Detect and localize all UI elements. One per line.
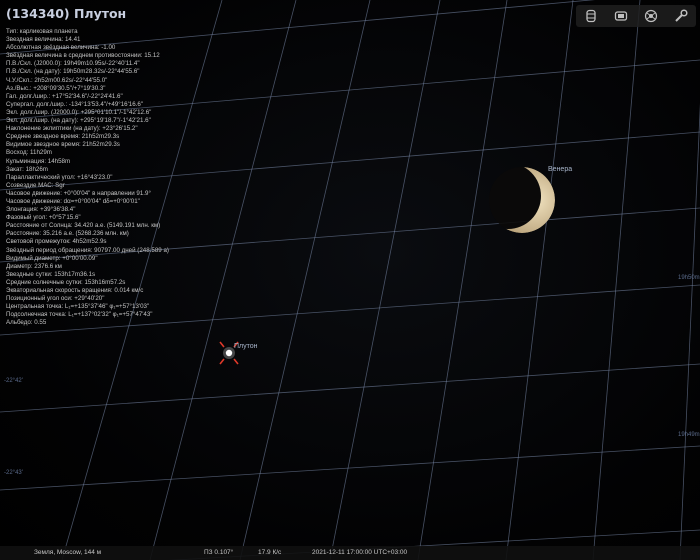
wrench-icon[interactable] — [670, 7, 692, 25]
info-line: Часовое движение: +0°00'04" в направлени… — [6, 189, 151, 197]
status-bar: Земля, Moscow, 144 м ПЗ 0.107° 17.9 К/с … — [0, 546, 700, 560]
venus-label[interactable]: Венера — [548, 166, 572, 173]
info-line: Расстояние от Солнца: 34.420 а.е. (5149.… — [6, 222, 161, 230]
info-line: Видимое звездное время: 21h52m29.3s — [6, 141, 120, 149]
top-right-toolbar — [576, 5, 696, 27]
info-line: Восход: 11h29m — [6, 149, 52, 157]
info-line: Экваториальная скорость вращения: 0.014 … — [6, 287, 144, 294]
info-line: Элонгация: +39°36'38.4" — [6, 206, 76, 214]
info-line: Средние солнечные сутки: 153h16m57.2s — [6, 278, 126, 286]
location-status[interactable]: Земля, Moscow, 144 м — [34, 549, 101, 556]
pluto-label[interactable]: Плутон — [234, 343, 258, 350]
storage-icon[interactable] — [580, 7, 602, 25]
info-line: Подсолнечная точка: L₁=+137°02'32" φ₁=+5… — [6, 311, 153, 319]
info-line: Фазовый угол: +0°57'15.6" — [6, 214, 81, 222]
info-line: Аз./Выс.: +208°09'30.5"/+7°19'30.3" — [6, 84, 106, 92]
info-line: Позиционный угол оси: +29°40'20" — [6, 295, 105, 303]
info-line: Диаметр: 2376.6 км — [6, 262, 62, 270]
grid-coord-label: -22°43' — [4, 470, 23, 476]
object-info-lines: Тип: карликовая планета Звездная величина… — [6, 28, 306, 327]
info-line: Закат: 18h26m — [6, 165, 48, 173]
info-line: Созвездие МАС: Sgr — [6, 181, 65, 189]
info-line: Часовое движение: dα=+0°00'04" dδ=+0°00'… — [6, 197, 140, 205]
info-line: Абсолютная звёздная величина: -1.00 — [6, 44, 116, 52]
info-line: Расстояние: 35.216 а.е. (5268.236 млн. к… — [6, 230, 129, 238]
info-line: Световой промежуток: 4h52m52.9s — [6, 238, 107, 246]
info-line: Среднее звездное время: 21h52m29.3s — [6, 133, 120, 141]
info-line: Центральная точка: L₁=+135°37'46" φ₁=+57… — [6, 303, 150, 311]
datetime-status[interactable]: 2021-12-11 17:00:00 UTC+03:00 — [312, 549, 407, 556]
object-title: (134340) Плутон — [6, 6, 127, 21]
info-line: Альбедо: 0.55 — [6, 319, 47, 327]
info-line: П.В./Скл. (на дату): 19h50m28.32s/-22°44… — [6, 68, 140, 76]
fov-status: ПЗ 0.107° — [204, 549, 234, 556]
info-line: Звёздный период обращения: 90797.00 дней… — [6, 246, 169, 254]
grid-coord-label: -22°42' — [4, 378, 23, 384]
info-line: Звездные сутки: 153h17m36.1s — [6, 270, 96, 278]
info-line: Видимый диаметр: +0°00'00.09" — [6, 254, 98, 262]
venus-crescent[interactable] — [489, 167, 555, 233]
grid-coord-label: 19h49m — [678, 432, 700, 438]
fps-status: 17.9 К/с — [258, 549, 282, 556]
info-line: Звёздная величина в среднем противостоян… — [6, 52, 160, 60]
object-info-panel: (134340) Плутон Тип: карликовая планета З… — [6, 6, 306, 327]
info-line: Тип: карликовая планета — [6, 28, 78, 35]
info-line: Экл. долг./шир. (J2000.0): +295°01'10.1"… — [6, 108, 152, 116]
info-line: Ч.У./Скл.: 2h52m00.62s/-22°44'55.0" — [6, 76, 108, 84]
info-line: Наклонение эклиптики (на дату): +23°26'1… — [6, 125, 138, 133]
info-line: Экл. долг./шир. (на дату): +295°19'18.7"… — [6, 117, 151, 125]
info-line: Супергал. долг./шир.: -134°13'53.4"/+49°… — [6, 100, 144, 108]
screen-icon[interactable] — [610, 7, 632, 25]
grid-coord-label: 19h50m — [678, 275, 700, 281]
info-line: Гал. долг./шир.: +17°52'34.6"/-22°24'41.… — [6, 92, 123, 100]
info-line: П.В./Скл. (J2000.0): 19h49m10.95s/-22°40… — [6, 60, 140, 68]
dish-icon[interactable] — [640, 7, 662, 25]
info-line: Звездная величина: 14.41 — [6, 36, 81, 44]
info-line: Параллактический угол: +16°43'23.0" — [6, 173, 113, 181]
info-line: Кульминация: 14h58m — [6, 157, 71, 165]
